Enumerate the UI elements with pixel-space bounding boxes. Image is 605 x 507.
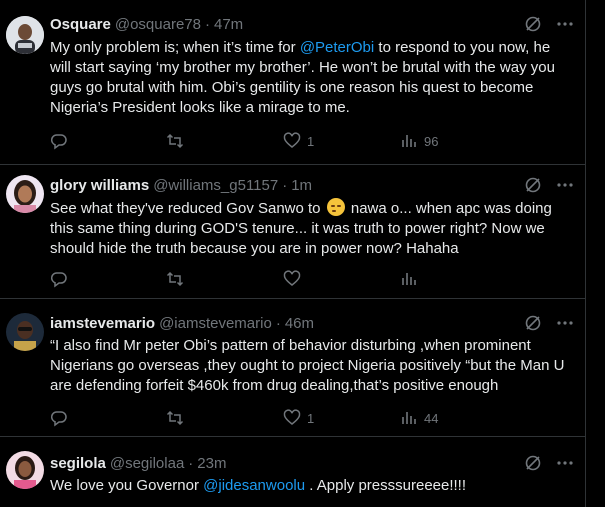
tweet-text: See what they've reduced Gov Sanwo to na… (50, 198, 568, 259)
reply-button[interactable] (50, 131, 74, 151)
like-button[interactable] (283, 269, 307, 289)
action-bar (50, 269, 450, 289)
avatar[interactable] (6, 313, 44, 351)
timestamp[interactable]: 47m (214, 16, 243, 33)
tweet-header: iamstevemario @iamstevemario · 46m (50, 313, 574, 333)
reply-button[interactable] (50, 408, 74, 428)
separator-dot: · (204, 15, 210, 33)
reply-icon (50, 132, 68, 150)
author-name[interactable]: iamstevemario (50, 315, 155, 332)
views-icon (400, 270, 418, 288)
like-count: 1 (307, 133, 315, 149)
repost-icon (166, 270, 184, 288)
reply-icon (50, 270, 68, 288)
more-icon[interactable] (556, 314, 574, 332)
views-button[interactable]: 44 (400, 408, 438, 428)
tweet[interactable]: glory williams @williams_g51157 · 1m See… (0, 165, 586, 299)
tweet-text-segment: “I also find Mr peter Obi’s pattern of b… (50, 337, 565, 394)
timestamp[interactable]: 1m (291, 177, 312, 194)
views-count: 96 (424, 133, 439, 149)
author-handle[interactable]: @iamstevemario (159, 315, 272, 332)
timestamp[interactable]: 23m (197, 455, 226, 472)
separator-dot: · (282, 176, 288, 194)
views-button[interactable] (400, 269, 424, 289)
tweet-text-segment: My only problem is; when it’s time for (50, 39, 300, 56)
tweet-text-segment: . Apply presssureeee!!!! (305, 477, 467, 494)
views-button[interactable]: 96 (400, 131, 438, 151)
more-icon[interactable] (556, 454, 574, 472)
tweet[interactable]: segilola @segilolaa · 23m We love you Go… (0, 437, 586, 507)
action-bar: 1 96 (50, 131, 450, 151)
tweet-header: segilola @segilolaa · 23m (50, 453, 574, 473)
mention-link[interactable]: @jidesanwoolu (203, 477, 305, 494)
tweet-text: My only problem is; when it’s time for @… (50, 38, 568, 118)
tweet-text-segment: We love you Governor (50, 477, 204, 494)
tweet-text: “I also find Mr peter Obi’s pattern of b… (50, 336, 568, 396)
repost-button[interactable] (166, 408, 190, 428)
tweet[interactable]: iamstevemario @iamstevemario · 46m “I al… (0, 299, 586, 437)
tweet-text: We love you Governor @jidesanwoolu . App… (50, 476, 568, 496)
separator-dot: · (188, 454, 194, 472)
author-name[interactable]: Osquare (50, 16, 111, 33)
author-handle[interactable]: @segilolaa (110, 455, 184, 472)
like-button[interactable]: 1 (283, 131, 314, 151)
like-icon (283, 409, 301, 427)
author-name[interactable]: segilola (50, 455, 106, 472)
repost-button[interactable] (166, 131, 190, 151)
views-icon (400, 409, 418, 427)
author-name[interactable]: glory williams (50, 177, 149, 194)
reply-button[interactable] (50, 269, 74, 289)
repost-button[interactable] (166, 269, 190, 289)
unamused-face-emoji (326, 198, 345, 216)
tweet-header: glory williams @williams_g51157 · 1m (50, 175, 574, 195)
like-icon (283, 132, 301, 150)
grok-icon[interactable] (524, 454, 542, 472)
timestamp[interactable]: 46m (285, 315, 314, 332)
author-handle[interactable]: @williams_g51157 (153, 177, 278, 194)
grok-icon[interactable] (524, 15, 542, 33)
tweet[interactable]: Osquare @osquare78 · 47m My only problem… (0, 0, 586, 165)
repost-icon (166, 132, 184, 150)
like-button[interactable]: 1 (283, 408, 314, 428)
grok-icon[interactable] (524, 314, 542, 332)
tweet-text-segment: See what they've reduced Gov Sanwo to (50, 200, 325, 217)
like-icon (283, 270, 301, 288)
timeline: Osquare @osquare78 · 47m My only problem… (0, 0, 586, 507)
more-icon[interactable] (556, 15, 574, 33)
avatar[interactable] (6, 16, 44, 54)
repost-icon (166, 409, 184, 427)
tweet-header: Osquare @osquare78 · 47m (50, 14, 574, 34)
views-count: 44 (424, 410, 439, 426)
author-handle[interactable]: @osquare78 (115, 16, 201, 33)
grok-icon[interactable] (524, 176, 542, 194)
reply-icon (50, 409, 68, 427)
separator-dot: · (275, 314, 281, 332)
avatar[interactable] (6, 451, 44, 489)
mention-link[interactable]: @PeterObi (300, 39, 374, 56)
views-icon (400, 132, 418, 150)
scrollbar-track[interactable] (589, 0, 605, 507)
more-icon[interactable] (556, 176, 574, 194)
action-bar: 1 44 (50, 408, 450, 428)
avatar[interactable] (6, 175, 44, 213)
like-count: 1 (307, 410, 315, 426)
